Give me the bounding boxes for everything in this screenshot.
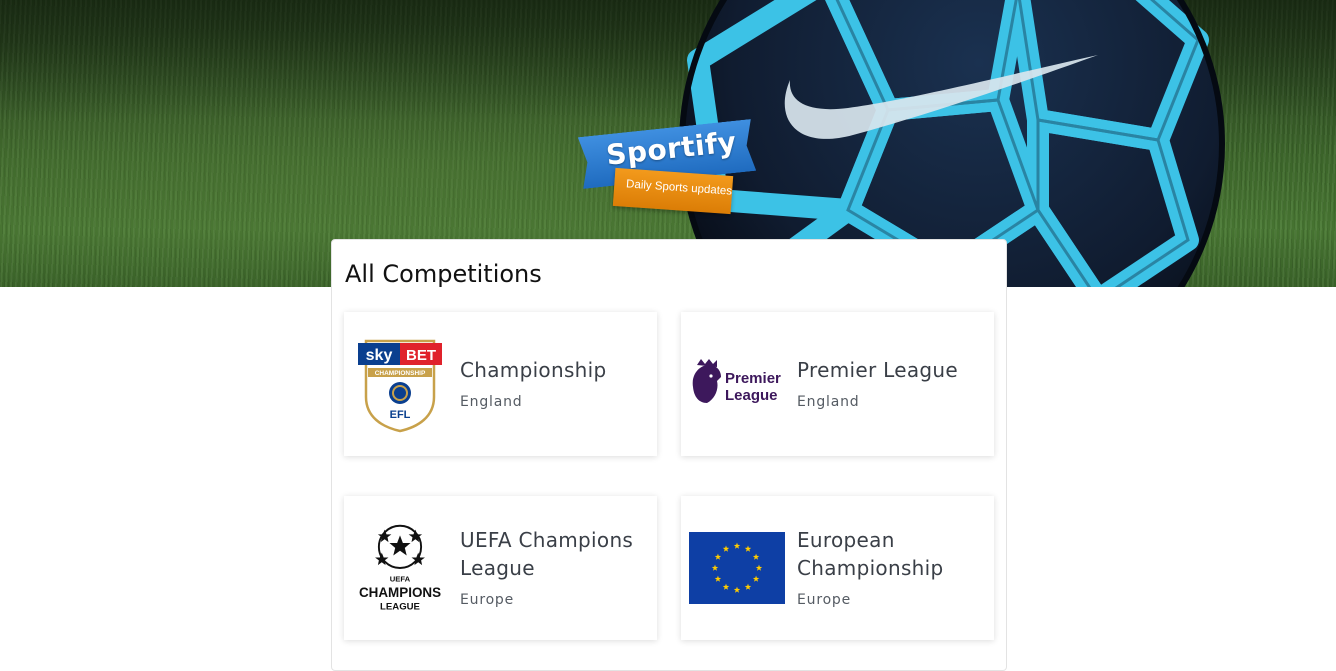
svg-text:BET: BET	[406, 347, 436, 364]
svg-text:EFL: EFL	[390, 409, 411, 421]
competition-country: Europe	[460, 592, 515, 608]
svg-text:sky: sky	[366, 347, 393, 364]
premier-league-icon: Premier League	[692, 359, 781, 404]
uefa-champions-league-starball-logo: UEFA CHAMPIONS LEAGUE	[352, 520, 448, 616]
svg-text:UEFA: UEFA	[390, 574, 411, 583]
page-title: All Competitions	[345, 260, 542, 288]
competition-card-uefa-champions-league[interactable]: UEFA CHAMPIONS LEAGUE UEFA Champions Lea…	[344, 496, 657, 640]
eu-flag-icon	[689, 532, 785, 604]
starball-icon: UEFA CHAMPIONS LEAGUE	[359, 524, 441, 612]
competition-card-championship[interactable]: sky BET CHAMPIONSHIP EFL Championship En…	[344, 312, 657, 456]
eu-flag-logo	[689, 520, 785, 616]
competition-card-european-championship[interactable]: European Championship Europe	[681, 496, 994, 640]
competition-name: European Championship	[797, 528, 944, 580]
competition-card-premier-league[interactable]: Premier League Premier League England	[681, 312, 994, 456]
svg-text:Premier: Premier	[725, 370, 781, 387]
competition-country: England	[460, 394, 523, 410]
championship-badge-icon: sky BET CHAMPIONSHIP EFL	[358, 339, 442, 433]
svg-text:CHAMPIONS: CHAMPIONS	[359, 585, 441, 600]
competitions-panel: All Competitions sky BET CHAMPIONSHIP EF…	[331, 239, 1007, 671]
competition-country: Europe	[797, 592, 852, 608]
competition-name: Premier League	[797, 358, 958, 382]
competition-country: England	[797, 394, 860, 410]
sky-bet-championship-efl-logo: sky BET CHAMPIONSHIP EFL	[352, 336, 448, 433]
svg-text:LEAGUE: LEAGUE	[380, 601, 421, 612]
competition-name: Championship	[460, 358, 607, 382]
svg-text:CHAMPIONSHIP: CHAMPIONSHIP	[375, 370, 426, 377]
svg-text:League: League	[725, 387, 778, 404]
competition-name: UEFA Champions League	[460, 528, 634, 580]
premier-league-lion-logo: Premier League	[689, 336, 785, 432]
sportify-logo[interactable]: Sportify Daily Sports updates	[580, 120, 750, 230]
